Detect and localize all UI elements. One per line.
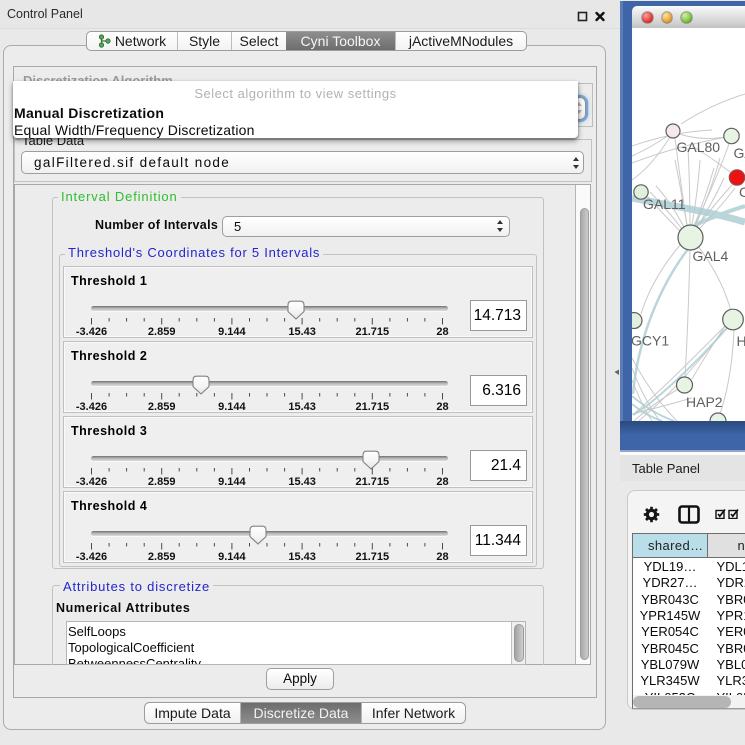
svg-text:GAL4: GAL4	[693, 248, 729, 264]
svg-text:HAP2: HAP2	[686, 394, 723, 410]
svg-text:GA: GA	[734, 145, 745, 161]
svg-text:GCY1: GCY1	[632, 333, 669, 349]
svg-text:HI: HI	[737, 333, 745, 349]
svg-text:C: C	[739, 184, 745, 200]
svg-text:GAL11: GAL11	[643, 196, 686, 212]
svg-text:GAL80: GAL80	[677, 139, 721, 155]
